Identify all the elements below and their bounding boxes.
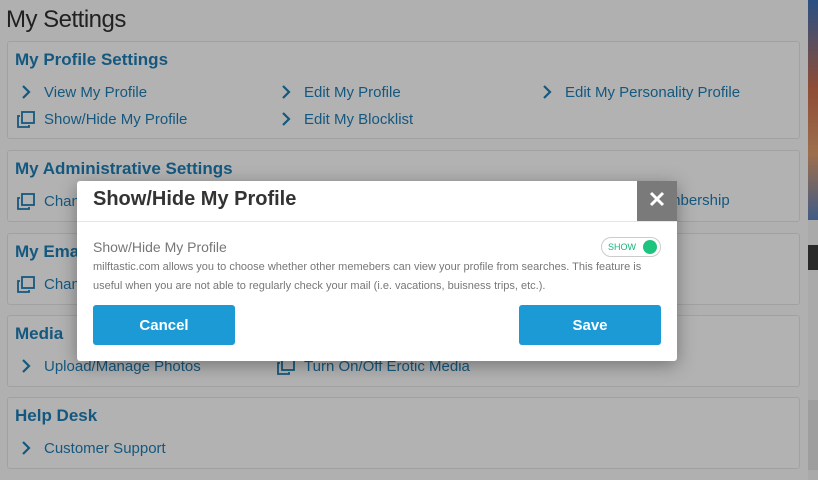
toggle-label: SHOW	[608, 242, 636, 252]
close-button[interactable]	[637, 181, 677, 221]
show-hide-toggle[interactable]: SHOW	[601, 237, 661, 257]
modal-divider	[77, 221, 677, 222]
show-hide-profile-modal: Show/Hide My Profile Show/Hide My Profil…	[77, 181, 677, 361]
option-description: milftastic.com allows you to choose whet…	[93, 261, 642, 292]
toggle-knob	[643, 240, 657, 254]
close-icon	[649, 191, 665, 212]
option-label: Show/Hide My Profile	[93, 239, 227, 255]
modal-title: Show/Hide My Profile	[93, 188, 297, 210]
cancel-button[interactable]: Cancel	[93, 305, 235, 345]
save-button[interactable]: Save	[519, 305, 661, 345]
